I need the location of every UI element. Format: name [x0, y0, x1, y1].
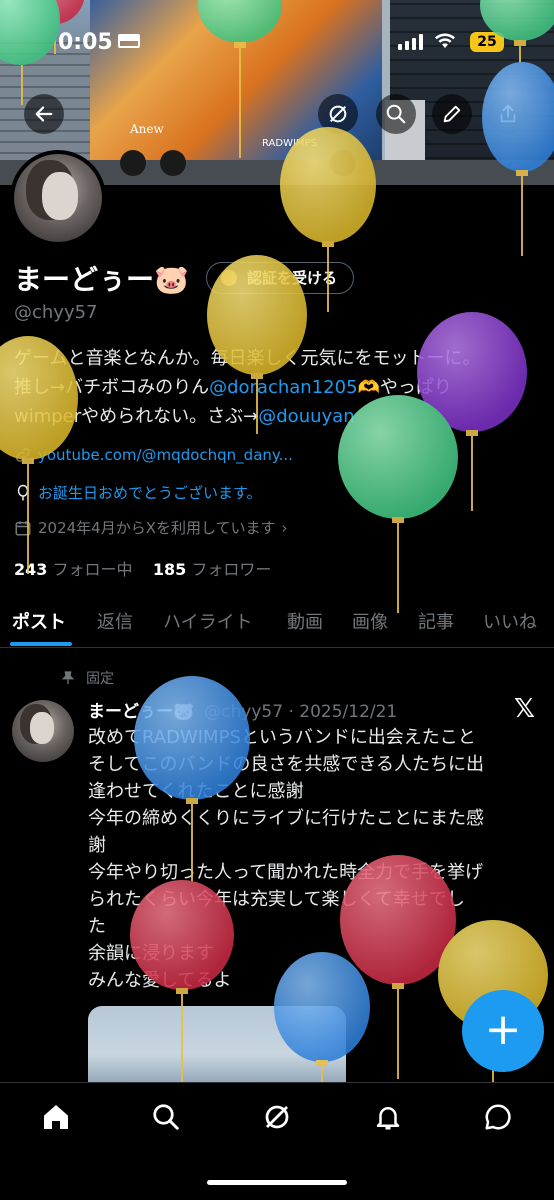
link-icon — [16, 448, 30, 462]
profile-tabs: ポスト 返信 ハイライト 動画 画像 記事 いいね — [0, 598, 554, 648]
bell-icon — [376, 1107, 400, 1130]
search-icon — [153, 1104, 179, 1130]
nav-home[interactable] — [36, 1097, 76, 1137]
followers-link[interactable]: 185 フォロワー — [153, 560, 272, 579]
get-verified-label: 認証を受ける — [247, 269, 338, 287]
tab-videos[interactable]: 動画 — [287, 608, 323, 634]
website-row: youtube.com/@mqdochqn_dany... — [14, 446, 293, 464]
edit-icon — [443, 105, 461, 123]
post-line: 改めてRADWIMPSというバンドに出会えたこと — [88, 727, 476, 748]
post-line: られたくらい今年は充実して楽しくて幸せでし — [88, 889, 465, 910]
pin-icon — [61, 671, 75, 684]
bio-text: 推し→バチボコみのりん — [14, 377, 210, 398]
bio-text: wimperやめられない。さぶ→ — [14, 406, 259, 427]
following-count: 243 — [14, 560, 48, 579]
post-line: 逢わせてくれたことに感謝 — [88, 781, 304, 802]
profile-handle: @chyy57 — [14, 302, 98, 323]
sleep-focus-icon — [118, 34, 140, 48]
back-arrow-icon — [35, 106, 53, 122]
get-verified-button[interactable]: 認証を受ける — [206, 262, 355, 294]
bio-line: 推し→バチボコみのりん@dorachan1205🫶やっぱり — [14, 373, 544, 402]
post-author-avatar[interactable] — [12, 700, 74, 762]
status-bar: 0:05 25 — [0, 22, 554, 62]
x-logo-icon[interactable]: 𝕏 — [514, 694, 535, 724]
pinned-label: 固定 — [86, 671, 114, 687]
profile-name: まーどぅー🐷 — [14, 263, 189, 296]
verified-badge-icon — [221, 270, 237, 286]
compose-post-button[interactable]: + — [462, 990, 544, 1072]
home-icon — [44, 1105, 68, 1129]
share-button[interactable] — [488, 94, 528, 134]
birthday-row: お誕生日おめでとうございます。 — [14, 482, 262, 503]
post-line: 今年の締めくくりにライブに行けたことにまた感 — [88, 808, 484, 829]
post-line: 今年やり切った人って聞かれた時全力で手を挙げ — [88, 862, 484, 883]
tab-replies[interactable]: 返信 — [97, 608, 133, 634]
back-button[interactable] — [24, 94, 64, 134]
chevron-right-icon: › — [281, 518, 288, 537]
post-author-meta: @chyy57 · 2025/12/21 — [204, 702, 398, 722]
following-label: フォロー中 — [52, 560, 133, 579]
home-indicator — [207, 1180, 347, 1185]
nav-search[interactable] — [146, 1097, 186, 1137]
truck-wheel — [330, 150, 356, 176]
bio-text: 🫶やっぱり — [357, 377, 452, 398]
bio-line: ゲームと音楽となんか。毎日楽しく元気にをモットーに。 — [14, 348, 481, 369]
share-icon — [500, 104, 516, 123]
wifi-icon — [435, 33, 455, 48]
post-line: みんな愛してるよ — [88, 970, 232, 991]
cellular-signal-icon — [398, 34, 424, 50]
post-line: た — [88, 916, 106, 937]
post-author-name[interactable]: まーどぅー🐷 — [88, 702, 194, 722]
tab-likes[interactable]: いいね — [483, 608, 537, 634]
birthday-text: お誕生日おめでとうございます。 — [38, 484, 262, 502]
edit-button[interactable] — [432, 94, 472, 134]
mention-link[interactable]: @douuyan — [258, 406, 354, 427]
post-line: 余韻に浸ります — [88, 943, 214, 964]
calendar-icon — [15, 520, 31, 535]
followers-label: フォロワー — [191, 560, 272, 579]
post-body[interactable]: 改めてRADWIMPSというバンドに出会えたこと そしてこのバンドの良さを共感で… — [88, 724, 538, 994]
grok-icon — [329, 105, 347, 123]
status-time: 0:05 — [58, 30, 113, 55]
tab-images[interactable]: 画像 — [352, 608, 388, 634]
mention-link[interactable]: @dorachan1205 — [209, 377, 357, 398]
post-header: まーどぅー🐷 @chyy57 · 2025/12/21 — [88, 697, 397, 722]
active-tab-indicator — [10, 642, 72, 646]
truck-wheel — [120, 150, 146, 176]
truck-text: Anew — [130, 122, 164, 136]
battery-indicator: 25 — [470, 32, 504, 52]
post-line: そしてこのバンドの良さを共感できる人たちに出 — [88, 754, 484, 775]
truck-wheel — [160, 150, 186, 176]
followers-count: 185 — [152, 560, 187, 579]
messages-icon — [485, 1104, 511, 1130]
follow-counts: 243 フォロー中 185 フォロワー — [14, 556, 271, 580]
nav-messages[interactable] — [478, 1097, 518, 1137]
profile-bio: ゲームと音楽となんか。毎日楽しく元気にをモットーに。 推し→バチボコみのりん@d… — [14, 344, 544, 431]
grok-button[interactable] — [318, 94, 358, 134]
tab-highlights[interactable]: ハイライト — [163, 608, 253, 634]
profile-avatar[interactable] — [10, 150, 106, 246]
following-link[interactable]: 243 フォロー中 — [14, 560, 133, 579]
truck-brand: RADWIMPS — [262, 138, 317, 149]
pinned-indicator: 固定 — [60, 668, 114, 688]
balloon-icon — [17, 484, 29, 500]
joined-row[interactable]: 2024年4月からXを利用しています › — [14, 517, 288, 538]
tab-articles[interactable]: 記事 — [418, 608, 454, 634]
nav-notifications[interactable] — [368, 1097, 408, 1137]
nav-grok[interactable] — [257, 1097, 297, 1137]
search-icon — [386, 104, 406, 124]
post-media-image[interactable] — [88, 1006, 346, 1086]
grok-icon — [265, 1105, 289, 1129]
plus-icon: + — [484, 1004, 522, 1055]
search-button[interactable] — [376, 94, 416, 134]
website-link[interactable]: youtube.com/@mqdochqn_dany... — [38, 446, 293, 464]
tab-posts[interactable]: ポスト — [12, 608, 66, 634]
bio-line: wimperやめられない。さぶ→@douuyan — [14, 402, 544, 431]
post-line: 謝 — [88, 835, 106, 856]
joined-text: 2024年4月からXを利用しています — [38, 519, 276, 537]
